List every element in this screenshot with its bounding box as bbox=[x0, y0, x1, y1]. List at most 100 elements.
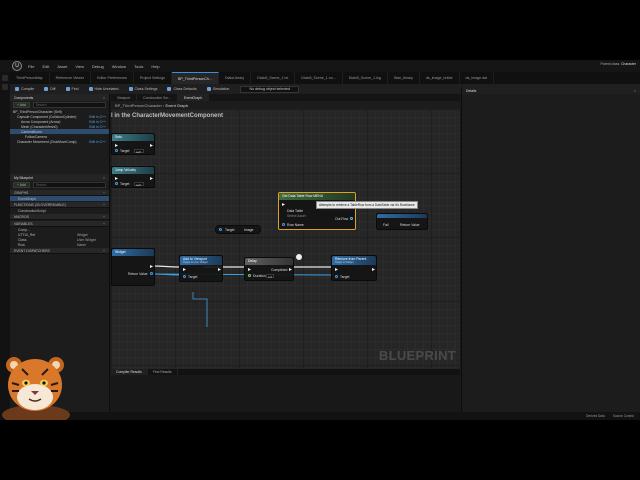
row-name-pin[interactable] bbox=[282, 223, 285, 226]
add-icon[interactable]: + bbox=[103, 191, 105, 195]
exec-out-pin[interactable] bbox=[372, 268, 375, 271]
add-icon[interactable]: + bbox=[103, 222, 105, 226]
document-tab[interactable]: Dialo5_Scene_1.log bbox=[343, 72, 388, 84]
document-tab[interactable]: Wan_binary bbox=[388, 72, 420, 84]
close-icon[interactable]: × bbox=[634, 89, 636, 93]
document-tab[interactable]: Reference Viewer bbox=[50, 72, 92, 84]
exec-in-pin[interactable] bbox=[335, 268, 338, 271]
menu-item-view[interactable]: View bbox=[75, 64, 84, 69]
exec-out-pin[interactable] bbox=[150, 144, 153, 147]
delay-node[interactable]: Delay Completed Duration 2.0 bbox=[244, 257, 294, 281]
document-tab[interactable]: Project Settings bbox=[134, 72, 173, 84]
exec-out-pin[interactable] bbox=[289, 268, 292, 271]
exec-in-pin[interactable] bbox=[248, 268, 251, 271]
event-graph-canvas[interactable]: l in the CharacterMovementComponent Sets… bbox=[111, 109, 460, 369]
create-widget-node[interactable]: Widget Return Value bbox=[111, 248, 155, 286]
document-tab[interactable]: BP_ThirdPersonCh... bbox=[172, 72, 219, 84]
graph-tab[interactable]: Viewport bbox=[111, 94, 138, 101]
mode-icon[interactable] bbox=[2, 75, 8, 81]
document-tab[interactable]: ThirdPersonMap bbox=[10, 72, 50, 84]
document-tab[interactable]: Dialo5_Scene_1.no... bbox=[295, 72, 343, 84]
exec-out-pin[interactable] bbox=[150, 265, 153, 268]
document-tab[interactable]: Dialo5_Scene_1.txt bbox=[251, 72, 296, 84]
add-to-viewport-node[interactable]: Add to Viewport Target is User Widget Ta… bbox=[179, 255, 223, 282]
debug-object-dropdown[interactable]: No debug object selected bbox=[240, 85, 299, 93]
pin-label: Target bbox=[120, 182, 130, 186]
components-search-input[interactable]: Search bbox=[32, 102, 106, 108]
component-row[interactable]: Character Movement (CharMoveComp) Edit in… bbox=[10, 139, 109, 144]
toolbar-button-compile[interactable]: Compile bbox=[10, 84, 39, 94]
target-pin[interactable] bbox=[335, 275, 338, 278]
graph-tab[interactable]: Construction Scr... bbox=[137, 94, 178, 101]
menu-item-help[interactable]: Help bbox=[151, 64, 159, 69]
target-pin[interactable] bbox=[115, 149, 118, 152]
menu-item-file[interactable]: File bbox=[28, 64, 34, 69]
exec-in-pin[interactable] bbox=[282, 203, 285, 206]
variable-row[interactable]: Row Name bbox=[10, 242, 109, 247]
edit-in-cpp-link[interactable]: Edit in C++ bbox=[89, 120, 109, 124]
out-row-pin[interactable] bbox=[350, 217, 353, 220]
menu-item-tools[interactable]: Tools bbox=[134, 64, 143, 69]
my-blueprint-search-input[interactable]: Search bbox=[32, 182, 106, 188]
toolbar-button-class-settings[interactable]: Class Settings bbox=[124, 84, 163, 94]
toolbar-button-find[interactable]: Find bbox=[61, 84, 84, 94]
duration-pin[interactable] bbox=[248, 274, 251, 277]
member-item[interactable]: ConstructionScript bbox=[10, 208, 109, 213]
bottom-tab[interactable]: Find Results bbox=[148, 369, 178, 375]
pin-label: Duration bbox=[253, 274, 266, 278]
toolbar-button-hide-unrelated[interactable]: Hide Unrelated bbox=[84, 84, 124, 94]
menu-item-asset[interactable]: Asset bbox=[57, 64, 67, 69]
add-icon[interactable]: + bbox=[103, 215, 105, 219]
target-getter-node[interactable]: Target Image bbox=[215, 225, 261, 234]
duration-value[interactable]: 2.0 bbox=[266, 274, 274, 279]
jump-velocity-node[interactable]: Jump Velocity Target self bbox=[111, 166, 155, 188]
toolbar-button-class-defaults[interactable]: Class Defaults bbox=[162, 84, 201, 94]
document-tab[interactable]: ds_image.dat bbox=[460, 72, 495, 84]
add-icon[interactable]: + bbox=[103, 203, 105, 207]
pin-value[interactable]: self bbox=[134, 149, 144, 154]
add-component-button[interactable]: + Add bbox=[13, 102, 30, 108]
menu-item-debug[interactable]: Debug bbox=[92, 64, 104, 69]
unreal-logo-icon[interactable]: U bbox=[12, 61, 22, 71]
edit-in-cpp-link[interactable]: Edit in C++ bbox=[89, 115, 109, 119]
section-header-macros[interactable]: MACROS + bbox=[10, 214, 109, 220]
component-row[interactable]: Arrow Component (Arrow) Edit in C++ bbox=[10, 119, 109, 124]
section-header-event[interactable]: EVENT DISPATCHERS + bbox=[10, 248, 109, 254]
component-row[interactable]: Capsule Component (CollisionCylinder) Edi… bbox=[10, 114, 109, 119]
remove-from-parent-node[interactable]: Remove from Parent Target is Widget Targ… bbox=[331, 255, 377, 281]
graph-tab[interactable]: EventGraph bbox=[177, 94, 209, 101]
return-value-pin[interactable] bbox=[150, 272, 153, 275]
bottom-tab[interactable]: Compiler Results bbox=[111, 369, 148, 375]
edit-in-cpp-link[interactable]: Edit in C++ bbox=[89, 125, 109, 129]
fail-return-node[interactable]: Fail Return Value bbox=[376, 213, 428, 230]
target-pin[interactable] bbox=[183, 275, 186, 278]
target-pin[interactable] bbox=[115, 182, 118, 185]
close-icon[interactable]: × bbox=[103, 96, 105, 100]
pin-value[interactable]: Select Asset bbox=[287, 214, 306, 218]
exec-out-pin[interactable] bbox=[150, 177, 153, 180]
edit-in-cpp-link[interactable]: Edit in C++ bbox=[89, 140, 109, 144]
add-member-button[interactable]: + Add bbox=[13, 182, 30, 188]
menu-item-window[interactable]: Window bbox=[112, 64, 126, 69]
add-icon[interactable]: + bbox=[103, 249, 105, 253]
mode-icon[interactable] bbox=[2, 84, 8, 90]
exec-in-pin[interactable] bbox=[183, 268, 186, 271]
derived-data-button[interactable]: Derived Data bbox=[586, 414, 605, 418]
toolbar-button-diff[interactable]: Diff bbox=[39, 84, 60, 94]
exec-out-pin[interactable] bbox=[218, 268, 221, 271]
document-tab[interactable]: Editor Preferences bbox=[91, 72, 134, 84]
pin-value[interactable]: self bbox=[134, 182, 144, 187]
exec-in-pin[interactable] bbox=[115, 144, 118, 147]
menu-item-edit[interactable]: Edit bbox=[42, 64, 49, 69]
document-tab[interactable]: DialoLibrary bbox=[219, 72, 252, 84]
member-item[interactable]: EventGraph bbox=[10, 196, 109, 201]
toolbar-button-simulation[interactable]: Simulation bbox=[202, 84, 235, 94]
exec-in-pin[interactable] bbox=[115, 177, 118, 180]
source-control-button[interactable]: Source Control bbox=[613, 414, 634, 418]
variable-type: Widget bbox=[77, 232, 88, 237]
set-node[interactable]: Sets Target self bbox=[111, 133, 155, 155]
document-tab[interactable]: ds_image_br8dc bbox=[420, 72, 460, 84]
close-icon[interactable]: × bbox=[103, 176, 105, 180]
target-pin[interactable] bbox=[219, 228, 222, 231]
get-data-table-row-node[interactable]: Get Data Table Row MENU Data Table Selec… bbox=[278, 192, 356, 230]
